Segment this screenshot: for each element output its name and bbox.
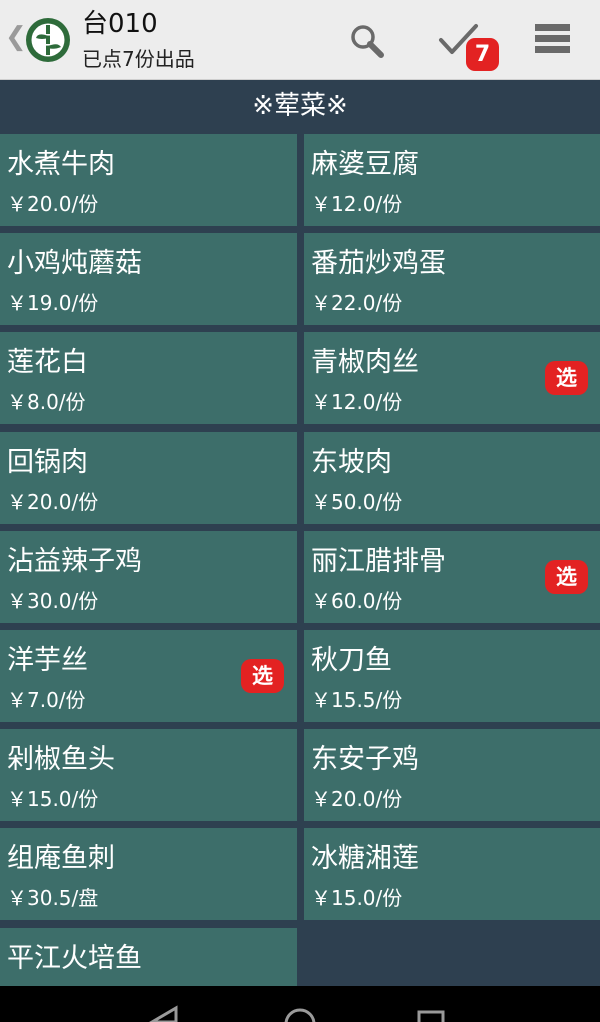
app-bar: ❮ 台010 已点7份出品 7 xyxy=(0,0,600,80)
dish-name: 东安子鸡 xyxy=(311,744,419,775)
dish-price: ￥15.5/份 xyxy=(311,688,403,712)
nav-recents-icon[interactable] xyxy=(417,1010,445,1022)
dish-tile[interactable]: 冰糖湘莲 ￥15.0/份 xyxy=(304,828,600,920)
dish-tile[interactable]: 青椒肉丝 ￥12.0/份 选 xyxy=(304,332,600,424)
dish-price: ￥20.0/份 xyxy=(311,787,403,811)
dish-name: 麻婆豆腐 xyxy=(311,149,419,180)
dish-tile[interactable]: 东安子鸡 ￥20.0/份 xyxy=(304,729,600,821)
category-title: ※荤菜※ xyxy=(0,80,600,130)
dish-name: 秋刀鱼 xyxy=(311,645,392,676)
dish-tile[interactable]: 番茄炒鸡蛋 ￥22.0/份 xyxy=(304,233,600,325)
dish-price: ￥15.0/份 xyxy=(7,787,99,811)
dish-price: ￥7.0/份 xyxy=(7,688,86,712)
dish-name: 洋芋丝 xyxy=(7,645,88,676)
selected-badge: 选 xyxy=(545,560,588,594)
dish-name: 青椒肉丝 xyxy=(311,347,419,378)
dish-tile[interactable]: 洋芋丝 ￥7.0/份 选 xyxy=(0,630,297,722)
dish-name: 平江火培鱼 xyxy=(7,943,142,974)
dish-price: ￥60.0/份 xyxy=(311,589,403,613)
dish-price: ￥50.0/份 xyxy=(311,490,403,514)
selected-badge: 选 xyxy=(241,659,284,693)
dish-name: 剁椒鱼头 xyxy=(7,744,115,775)
dish-tile[interactable]: 丽江腊排骨 ￥60.0/份 选 xyxy=(304,531,600,623)
dish-name: 丽江腊排骨 xyxy=(311,546,446,577)
page-title: 台010 xyxy=(82,9,158,39)
cart-count-badge[interactable]: 7 xyxy=(466,38,499,71)
dish-tile[interactable]: 回锅肉 ￥20.0/份 xyxy=(0,432,297,524)
dish-tile[interactable]: 沾益辣子鸡 ￥30.0/份 xyxy=(0,531,297,623)
dish-name: 莲花白 xyxy=(7,347,88,378)
dish-name: 回锅肉 xyxy=(7,447,88,478)
dish-price: ￥12.0/份 xyxy=(311,390,403,414)
order-summary: 已点7份出品 xyxy=(82,47,195,71)
bamboo-logo-icon[interactable] xyxy=(24,16,72,64)
list-menu-icon[interactable] xyxy=(528,0,580,80)
dish-tile[interactable]: 小鸡炖蘑菇 ￥19.0/份 xyxy=(0,233,297,325)
dish-price: ￥20.0/份 xyxy=(7,192,99,216)
dish-price: ￥19.0/份 xyxy=(7,291,99,315)
dish-price: ￥30.0/份 xyxy=(7,589,99,613)
dish-tile[interactable]: 秋刀鱼 ￥15.5/份 xyxy=(304,630,600,722)
nav-home-icon[interactable] xyxy=(284,1008,316,1022)
dish-tile[interactable]: 组庵鱼刺 ￥30.5/盘 xyxy=(0,828,297,920)
dish-name: 组庵鱼刺 xyxy=(7,843,115,874)
dish-tile[interactable]: 莲花白 ￥8.0/份 xyxy=(0,332,297,424)
dish-price: ￥12.0/份 xyxy=(311,192,403,216)
dish-name: 冰糖湘莲 xyxy=(311,843,419,874)
dish-price: ￥30.5/盘 xyxy=(7,886,99,910)
dish-price: ￥20.0/份 xyxy=(7,490,99,514)
nav-back-icon[interactable] xyxy=(149,1005,178,1022)
dish-tile[interactable]: 剁椒鱼头 ￥15.0/份 xyxy=(0,729,297,821)
dish-price: ￥22.0/份 xyxy=(311,291,403,315)
dish-name: 番茄炒鸡蛋 xyxy=(311,248,446,279)
system-nav-bar xyxy=(0,986,600,1022)
dish-tile[interactable]: 东坡肉 ￥50.0/份 xyxy=(304,432,600,524)
dish-price: ￥15.0/份 xyxy=(311,886,403,910)
search-icon[interactable] xyxy=(344,0,394,80)
dish-name: 沾益辣子鸡 xyxy=(7,546,142,577)
dish-name: 水煮牛肉 xyxy=(7,149,115,180)
selected-badge: 选 xyxy=(545,361,588,395)
dish-name: 小鸡炖蘑菇 xyxy=(7,248,142,279)
dish-tile[interactable]: 麻婆豆腐 ￥12.0/份 xyxy=(304,134,600,226)
dish-name: 东坡肉 xyxy=(311,447,392,478)
dish-price: ￥8.0/份 xyxy=(7,390,86,414)
dish-tile[interactable]: 水煮牛肉 ￥20.0/份 xyxy=(0,134,297,226)
